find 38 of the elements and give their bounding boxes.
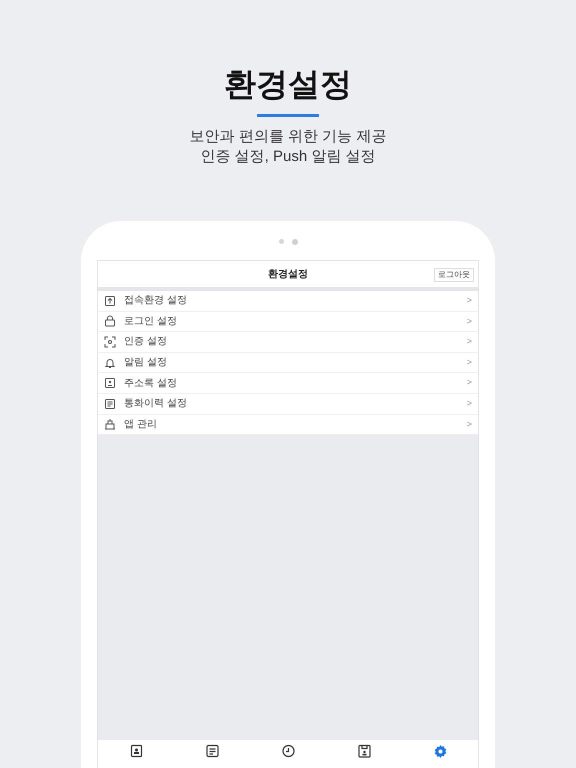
menu-item[interactable]: 알림 설정 > bbox=[98, 352, 478, 374]
menu-label: 인증 설정 bbox=[124, 335, 168, 350]
chevron-icon: > bbox=[466, 397, 472, 411]
menu-label: 통화이력 설정 bbox=[124, 397, 188, 412]
contact-icon bbox=[104, 377, 116, 390]
menu-item[interactable]: 접속환경 설정 > bbox=[98, 291, 478, 312]
screen-title: 환경설정 bbox=[268, 268, 308, 282]
menu-item[interactable]: 로그인 설정 > bbox=[98, 312, 478, 332]
upload-icon bbox=[104, 294, 116, 307]
page-heading: 환경설정 bbox=[224, 65, 352, 104]
document-icon bbox=[104, 398, 116, 410]
menu-item[interactable]: 주소록 설정 > bbox=[98, 373, 478, 394]
chevron-icon: > bbox=[466, 376, 472, 390]
scan-icon bbox=[104, 336, 116, 348]
building-icon bbox=[104, 418, 116, 430]
chevron-icon: > bbox=[466, 314, 472, 328]
document-icon[interactable] bbox=[204, 744, 220, 759]
menu-item[interactable]: 앱 관리 > bbox=[98, 414, 478, 436]
chevron-icon: > bbox=[466, 356, 472, 370]
menu-label: 접속환경 설정 bbox=[124, 294, 188, 308]
chevron-icon: > bbox=[466, 294, 472, 308]
clock-icon[interactable] bbox=[280, 744, 296, 759]
settings-icon[interactable] bbox=[432, 744, 448, 759]
menu-item[interactable]: 통화이력 설정 > bbox=[98, 394, 478, 415]
contact-book-icon[interactable] bbox=[128, 744, 144, 759]
bell-icon bbox=[104, 356, 116, 369]
chevron-icon: > bbox=[466, 335, 472, 349]
menu-label: 앱 관리 bbox=[124, 418, 158, 432]
chevron-icon: > bbox=[466, 418, 472, 432]
subtitle-line: 보안과 편의를 위한 기능 제공 bbox=[190, 127, 386, 147]
menu-item[interactable]: 인증 설정 > bbox=[98, 332, 478, 353]
menu-label: 주소록 설정 bbox=[124, 376, 178, 391]
lock-icon bbox=[104, 315, 116, 328]
menu-label: 로그인 설정 bbox=[124, 314, 178, 329]
logout-button[interactable]: 로그아웃 bbox=[434, 268, 474, 282]
menu-label: 알림 설정 bbox=[124, 356, 168, 370]
subtitle-line: 인증 설정, Push 알림 설정 bbox=[200, 147, 376, 167]
contact-card-icon[interactable] bbox=[356, 744, 372, 759]
